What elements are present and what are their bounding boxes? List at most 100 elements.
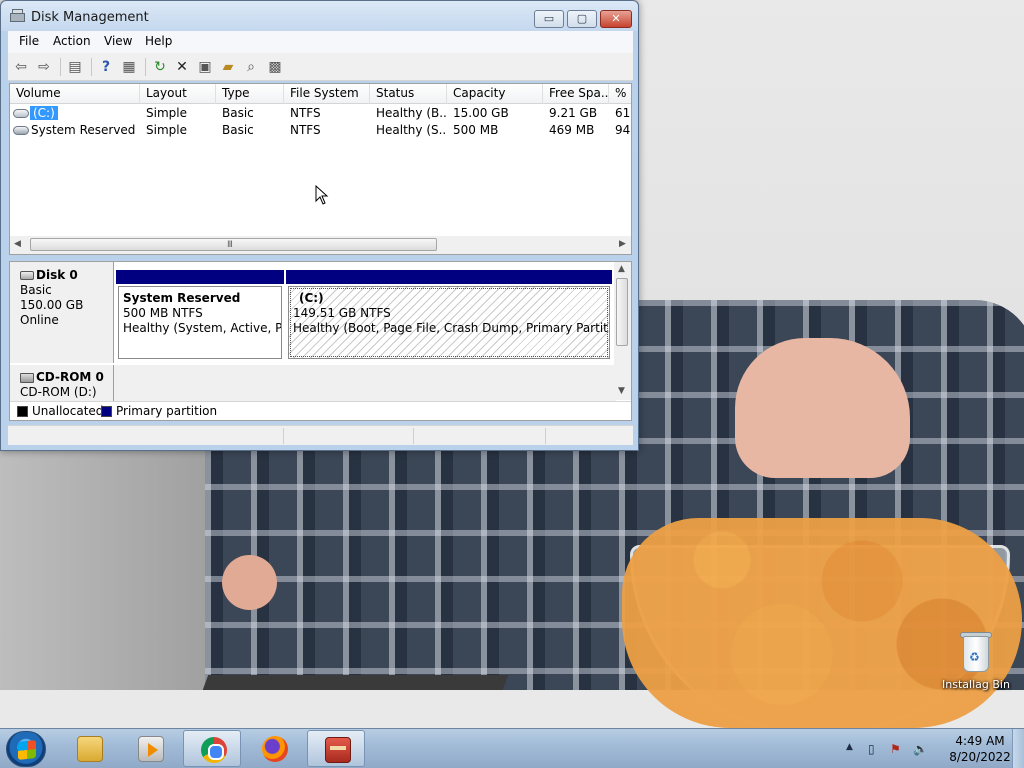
scroll-down-icon[interactable]: ▼ [618, 386, 625, 396]
taskbar: ▲ ▯ ⚑ 🔈 4:49 AM 8/20/2022 [0, 728, 1024, 768]
action-center-flag-icon[interactable]: ⚑ [890, 742, 901, 756]
disk-kind: CD-ROM (D:) [20, 385, 97, 399]
folder-icon [77, 736, 103, 762]
wallpaper-hand [735, 338, 910, 478]
volume-name: System Reserved [31, 123, 136, 137]
legend-primary-partition: Primary partition [116, 404, 218, 418]
taskbar-media-player[interactable] [121, 730, 179, 767]
properties-icon[interactable]: ▣ [195, 57, 215, 77]
status-pane [413, 428, 545, 444]
volume-layout: Simple [146, 106, 187, 120]
back-arrow-icon[interactable]: ⇦ [11, 57, 31, 77]
close-button[interactable]: ✕ [600, 10, 632, 28]
console-tree-icon[interactable]: ▤ [65, 57, 85, 77]
partition-type-bar [116, 270, 284, 284]
partition-size-fs: 149.51 GB NTFS [293, 306, 391, 320]
legend-unallocated: Unallocated [32, 404, 104, 418]
scroll-right-icon[interactable]: ▶ [619, 239, 626, 249]
firefox-icon [262, 736, 288, 762]
menu-action[interactable]: Action [53, 34, 91, 48]
partition-system-reserved[interactable]: System Reserved 500 MB NTFS Healthy (Sys… [116, 270, 284, 359]
volume-free-space: 9.21 GB [549, 106, 598, 120]
table-row[interactable]: (C:) Simple Basic NTFS Healthy (B... 15.… [10, 105, 631, 122]
column-capacity[interactable]: Capacity [447, 84, 543, 104]
column-layout[interactable]: Layout [140, 84, 216, 104]
partition-name: System Reserved [123, 291, 241, 305]
taskbar-firefox[interactable] [245, 730, 303, 767]
taskbar-chrome[interactable] [183, 730, 241, 767]
scroll-left-icon[interactable]: ◀ [14, 239, 21, 249]
volume-capacity: 500 MB [453, 123, 499, 137]
legend: Unallocated Primary partition [10, 401, 631, 420]
volume-list: Volume Layout Type File System Status Ca… [9, 83, 632, 255]
delete-icon[interactable]: ✕ [172, 57, 192, 77]
partition-details: System Reserved 500 MB NTFS Healthy (Sys… [118, 286, 282, 359]
clock-date: 8/20/2022 [949, 750, 1011, 764]
vertical-scrollbar[interactable]: ▲ ▼ [614, 262, 631, 400]
scroll-up-icon[interactable]: ▲ [618, 264, 625, 274]
search-icon[interactable]: ⌕ [241, 57, 261, 77]
cd-drive-icon [20, 372, 34, 383]
partition-c-drive[interactable]: (C:) 149.51 GB NTFS Healthy (Boot, Page … [286, 270, 612, 359]
chrome-icon [201, 737, 227, 763]
minimize-button[interactable]: ▭ [534, 10, 564, 28]
table-row[interactable]: System Reserved Simple Basic NTFS Health… [10, 122, 631, 139]
disk-0-label[interactable]: Disk 0 Basic 150.00 GB Online [10, 262, 114, 363]
help-icon[interactable]: ? [96, 57, 116, 77]
system-tray: ▲ ▯ ⚑ 🔈 4:49 AM 8/20/2022 [840, 729, 1024, 768]
cd-rom-media-area[interactable] [114, 365, 616, 405]
disk-management-app-icon [10, 9, 26, 23]
partition-type-bar [286, 270, 612, 284]
start-button[interactable] [6, 731, 46, 767]
column-free-space[interactable]: Free Spa... [543, 84, 609, 104]
toolbar-separator [145, 58, 146, 76]
volume-percent-free: 61 [615, 106, 631, 120]
column-percent-free[interactable]: % F [609, 84, 631, 104]
taskbar-file-explorer[interactable] [60, 730, 118, 767]
status-pane [283, 428, 413, 444]
title-bar[interactable]: Disk Management ▭ ▢ ✕ [1, 1, 638, 31]
primary-partition-swatch [101, 406, 112, 417]
partition-details: (C:) 149.51 GB NTFS Healthy (Boot, Page … [288, 286, 610, 359]
disk-management-window: Disk Management ▭ ▢ ✕ File Action View H… [0, 0, 639, 451]
network-icon[interactable]: ▯ [868, 742, 875, 756]
show-hidden-icons-icon[interactable]: ▲ [846, 742, 853, 752]
horizontal-scroll-thumb[interactable]: III [30, 238, 437, 251]
column-status[interactable]: Status [370, 84, 447, 104]
taskbar-disk-management[interactable] [307, 730, 365, 767]
menu-file[interactable]: File [19, 34, 39, 48]
refresh-icon[interactable]: ↻ [150, 57, 170, 77]
disk-kind: Basic [20, 283, 52, 297]
disk-state: Online [20, 313, 59, 327]
volume-type: Basic [222, 123, 254, 137]
forward-arrow-icon[interactable]: ⇨ [34, 57, 54, 77]
recycle-bin-desktop-icon[interactable]: ♻ Installag Bin [934, 630, 1018, 691]
partition-status: Healthy (Boot, Page File, Crash Dump, Pr… [293, 321, 610, 335]
column-type[interactable]: Type [216, 84, 284, 104]
open-folder-icon[interactable]: ▰ [218, 57, 238, 77]
toolbar-separator [60, 58, 61, 76]
menu-view[interactable]: View [104, 34, 132, 48]
scroll-grip: III [227, 240, 233, 250]
volume-icon[interactable]: 🔈 [913, 742, 928, 756]
vertical-scroll-thumb[interactable] [616, 278, 628, 346]
maximize-button[interactable]: ▢ [567, 10, 597, 28]
disk-graphical-view: Disk 0 Basic 150.00 GB Online System Res… [9, 261, 632, 421]
volume-status: Healthy (S... [376, 123, 447, 137]
volume-file-system: NTFS [290, 123, 321, 137]
toolbar: ⇦ ⇨ ▤ ? ▦ ↻ ✕ ▣ ▰ ⌕ ▩ [8, 53, 633, 81]
menu-help[interactable]: Help [145, 34, 172, 48]
status-bar [8, 425, 633, 445]
clock[interactable]: 4:49 AM 8/20/2022 [940, 733, 1020, 765]
column-volume[interactable]: Volume [10, 84, 140, 104]
cd-rom-0-label[interactable]: CD-ROM 0 CD-ROM (D:) [10, 365, 114, 401]
volume-name: (C:) [30, 106, 58, 120]
show-desktop-button[interactable] [1012, 729, 1024, 768]
windows-logo-icon [18, 740, 36, 760]
volume-percent-free: 94 [615, 123, 631, 137]
column-file-system[interactable]: File System [284, 84, 370, 104]
settings-icon[interactable]: ▩ [265, 57, 285, 77]
properties-view-icon[interactable]: ▦ [119, 57, 139, 77]
horizontal-scrollbar[interactable]: ◀ III ▶ [10, 236, 631, 254]
disk-title: CD-ROM 0 [36, 370, 104, 384]
